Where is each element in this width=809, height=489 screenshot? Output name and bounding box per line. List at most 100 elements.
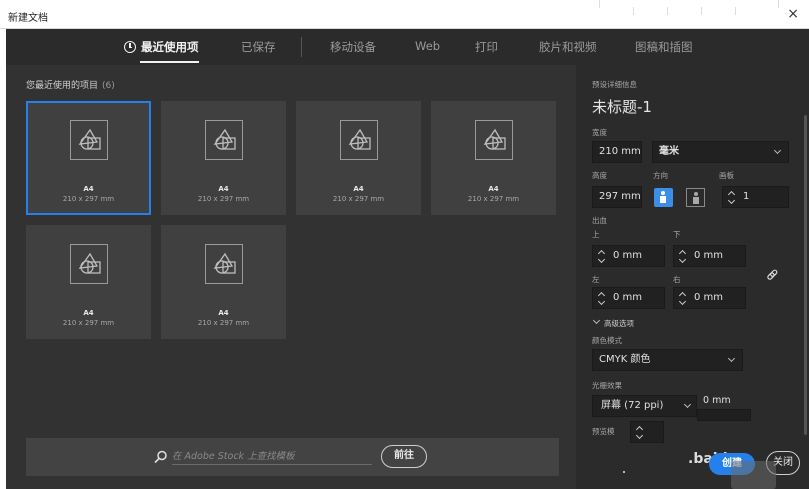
chevron-down-icon — [683, 400, 692, 409]
recent-item-card[interactable]: A4 210 x 297 mm — [26, 225, 151, 339]
tab-active-underline — [140, 61, 199, 63]
go-button[interactable]: 前往 — [381, 445, 427, 468]
document-name-field[interactable]: 未标题-1 — [592, 96, 652, 117]
background-window-tabs — [599, 0, 779, 15]
raster-extra-input[interactable] — [697, 409, 751, 421]
recent-item-size: 210 x 297 mm — [467, 195, 520, 203]
new-document-dialog: 最近使用项 已保存 移动设备 Web 打印 胶片和视频 图稿和插图 您最近使用的… — [6, 29, 809, 489]
bleed-left-label: 左 — [592, 275, 600, 284]
bleed-right-input[interactable]: 0 mm — [673, 287, 746, 309]
chevron-down-icon — [773, 146, 782, 155]
bleed-label: 出血 — [592, 216, 607, 225]
recent-item-size: 210 x 297 mm — [197, 319, 250, 327]
tab-print[interactable]: 打印 — [475, 39, 498, 55]
link-bleed-icon[interactable] — [764, 267, 780, 283]
landscape-orientation-button[interactable] — [686, 188, 705, 207]
search-icon — [154, 450, 167, 464]
color-mode-value: CMYK 颜色 — [599, 354, 651, 365]
preview-mode-stepper[interactable] — [630, 421, 664, 443]
recent-items-heading: 您最近使用的项目 (6) — [26, 78, 115, 91]
bleed-top-label: 上 — [592, 230, 600, 239]
stepper-icon[interactable] — [598, 291, 606, 305]
tab-label: 最近使用项 — [141, 40, 199, 54]
blurred-overlay — [731, 461, 776, 489]
height-label: 高度 — [592, 171, 607, 180]
decorative-dot — [623, 471, 625, 473]
preset-details-panel: 预设详细信息 未标题-1 宽度 210 mm 毫米 高度 方向 画板 297 m… — [576, 65, 809, 489]
artboard-count-input[interactable]: 1 — [722, 186, 789, 208]
tab-mobile[interactable]: 移动设备 — [330, 39, 376, 55]
recent-item-card[interactable]: A4 210 x 297 mm — [161, 225, 286, 339]
stepper-icon[interactable] — [598, 249, 606, 263]
height-input[interactable]: 297 mm — [592, 186, 642, 208]
bleed-left-input[interactable]: 0 mm — [592, 287, 665, 309]
color-mode-select[interactable]: CMYK 颜色 — [592, 349, 743, 371]
panel-scrollbar[interactable] — [804, 115, 807, 435]
recent-item-name: A4 — [488, 185, 499, 193]
recent-item-size: 210 x 297 mm — [62, 195, 115, 203]
bleed-right-label: 右 — [673, 275, 681, 284]
bleed-bottom-input[interactable]: 0 mm — [673, 245, 746, 267]
color-mode-label: 颜色模式 — [592, 336, 622, 345]
tab-saved[interactable]: 已保存 — [241, 39, 276, 55]
recent-item-name: A4 — [353, 185, 364, 193]
recent-item-card[interactable]: A4 210 x 297 mm — [431, 101, 556, 215]
stepper-icon[interactable] — [728, 190, 736, 204]
bleed-right-value: 0 mm — [694, 292, 724, 303]
recent-item-size: 210 x 297 mm — [197, 195, 250, 203]
window-title: 新建文档 — [8, 13, 48, 24]
orientation-label: 方向 — [653, 171, 668, 180]
recent-item-name: A4 — [218, 309, 229, 317]
raster-effects-select[interactable]: 屏幕 (72 ppi) — [592, 395, 697, 417]
raster-effects-label: 光栅效果 — [592, 381, 622, 390]
bleed-top-input[interactable]: 0 mm — [592, 245, 665, 267]
recent-item-size: 210 x 297 mm — [62, 319, 115, 327]
recent-item-name: A4 — [83, 185, 94, 193]
stepper-icon[interactable] — [636, 425, 644, 439]
document-thumbnail-icon — [205, 120, 243, 160]
window-close-button[interactable]: × — [787, 6, 799, 22]
recent-items-title: 您最近使用的项目 — [26, 81, 99, 91]
clock-icon — [124, 41, 136, 53]
stepper-icon[interactable] — [679, 291, 687, 305]
recent-item-card[interactable]: A4 210 x 297 mm — [296, 101, 421, 215]
portrait-icon — [660, 191, 666, 203]
document-thumbnail-icon — [70, 120, 108, 160]
bleed-left-value: 0 mm — [613, 292, 643, 303]
document-thumbnail-icon — [475, 120, 513, 160]
recent-item-card[interactable]: A4 210 x 297 mm — [161, 101, 286, 215]
stock-search-bar: 前往 — [26, 438, 559, 476]
raster-extra-value: 0 mm — [703, 395, 731, 406]
bleed-bottom-label: 下 — [673, 230, 681, 239]
width-label: 宽度 — [592, 128, 607, 137]
chevron-down-icon — [592, 316, 601, 325]
artboard-count-value: 1 — [743, 191, 750, 202]
tab-web[interactable]: Web — [415, 39, 440, 53]
chevron-down-icon — [727, 354, 736, 363]
tab-art-illustration[interactable]: 图稿和插图 — [635, 39, 693, 55]
bleed-bottom-value: 0 mm — [694, 250, 724, 261]
unit-select-value: 毫米 — [659, 146, 679, 157]
tabs-divider — [301, 37, 302, 57]
landscape-icon — [693, 192, 699, 204]
category-tabs: 最近使用项 已保存 移动设备 Web 打印 胶片和视频 图稿和插图 — [6, 29, 809, 65]
tab-film-video[interactable]: 胶片和视频 — [539, 39, 597, 55]
preview-mode-label: 预览模 — [592, 427, 615, 436]
recent-item-card[interactable]: A4 210 x 297 mm — [26, 101, 151, 215]
document-thumbnail-icon — [340, 120, 378, 160]
preset-section-title: 预设详细信息 — [592, 80, 637, 89]
stepper-icon[interactable] — [679, 249, 687, 263]
recent-item-size: 210 x 297 mm — [332, 195, 385, 203]
portrait-orientation-button[interactable] — [654, 188, 673, 207]
artboard-label: 画板 — [719, 171, 734, 180]
stock-search-input[interactable] — [172, 449, 372, 465]
width-input[interactable]: 210 mm — [592, 141, 642, 163]
document-thumbnail-icon — [205, 244, 243, 284]
raster-effects-value: 屏幕 (72 ppi) — [601, 400, 664, 411]
tab-recent[interactable]: 最近使用项 — [124, 39, 199, 63]
advanced-options-label: 高级选项 — [604, 319, 634, 328]
recent-item-name: A4 — [218, 185, 229, 193]
unit-select[interactable]: 毫米 — [652, 141, 789, 163]
document-thumbnail-icon — [70, 244, 108, 284]
bleed-top-value: 0 mm — [613, 250, 643, 261]
